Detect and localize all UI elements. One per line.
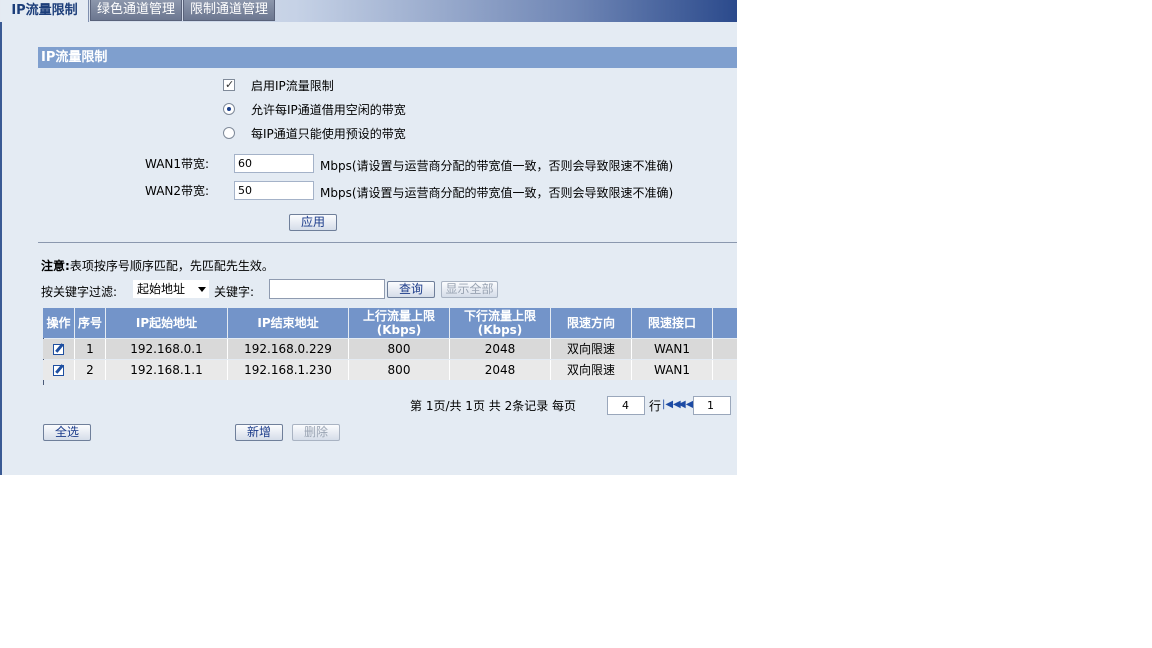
note: 注意:表项按序号顺序匹配，先匹配先生效。 — [41, 258, 274, 274]
divider — [38, 242, 737, 243]
col-header-direction: 限速方向 — [551, 308, 632, 338]
row-index: 1 — [75, 339, 106, 359]
row-interface: WAN1 — [632, 339, 713, 359]
main-frame: IP流量限制 绿色通道管理 限制通道管理 IP流量限制 启用IP流量限制 允许每… — [0, 0, 737, 475]
page-number-input[interactable]: 1 — [693, 396, 731, 415]
row-action-cell[interactable] — [43, 339, 75, 359]
row-up-limit: 800 — [349, 360, 450, 380]
edit-icon[interactable] — [53, 344, 64, 355]
enable-label: 启用IP流量限制 — [251, 79, 334, 93]
row-up-limit: 800 — [349, 339, 450, 359]
preset-radio[interactable] — [223, 127, 235, 139]
prev-page-icon[interactable]: ◀◀ — [678, 400, 693, 410]
preset-label: 每IP通道只能使用预设的带宽 — [251, 127, 406, 141]
wan1-input[interactable]: 60 — [234, 154, 314, 173]
col-header-action: 操作 — [43, 308, 75, 338]
row-down-limit: 2048 — [450, 360, 551, 380]
borrow-label: 允许每IP通道借用空闲的带宽 — [251, 103, 406, 117]
table-row: 2 192.168.1.1 192.168.1.230 800 2048 双向限… — [43, 360, 737, 380]
add-button[interactable]: 新增 — [235, 424, 283, 441]
row-action-cell[interactable] — [43, 360, 75, 380]
col-header-interface: 限速接口 — [632, 308, 713, 338]
wan2-unit-hint: Mbps(请设置与运营商分配的带宽值一致，否则会导致限速不准确) — [320, 186, 674, 200]
col-header-extra — [713, 308, 737, 338]
keyword-input[interactable] — [269, 279, 385, 299]
apply-button[interactable]: 应用 — [289, 214, 337, 231]
select-all-button[interactable]: 全选 — [43, 424, 91, 441]
col-header-index: 序号 — [75, 308, 106, 338]
borrow-radio[interactable] — [223, 103, 235, 115]
wan1-label: WAN1带宽: — [145, 157, 210, 171]
show-all-button[interactable]: 显示全部 — [441, 281, 498, 298]
row-end-ip: 192.168.0.229 — [228, 339, 349, 359]
col-header-up-limit: 上行流量上限 (Kbps) — [349, 308, 450, 338]
row-index: 2 — [75, 360, 106, 380]
per-page-input[interactable]: 4 — [607, 396, 645, 415]
filter-select-value: 起始地址 — [137, 282, 186, 296]
wan1-unit-hint: Mbps(请设置与运营商分配的带宽值一致，否则会导致限速不准确) — [320, 159, 674, 173]
search-button[interactable]: 查询 — [387, 281, 435, 298]
col-header-start-ip: IP起始地址 — [106, 308, 228, 338]
tab-limit-channel[interactable]: 限制通道管理 — [183, 0, 275, 21]
edit-icon[interactable] — [53, 365, 64, 376]
pager-text: 第 1页/共 1页 共 2条记录 每页 — [410, 399, 577, 413]
tab-green-channel[interactable]: 绿色通道管理 — [90, 0, 182, 21]
row-start-ip: 192.168.0.1 — [106, 339, 228, 359]
note-bold: 注意: — [41, 259, 70, 273]
chevron-down-icon — [198, 287, 206, 292]
section-title: IP流量限制 — [38, 47, 737, 68]
filter-label: 按关键字过滤: — [41, 285, 118, 299]
col-header-end-ip: IP结束地址 — [228, 308, 349, 338]
wan2-label: WAN2带宽: — [145, 184, 210, 198]
table-row: 1 192.168.0.1 192.168.0.229 800 2048 双向限… — [43, 339, 737, 359]
row-interface: WAN1 — [632, 360, 713, 380]
row-end-ip: 192.168.1.230 — [228, 360, 349, 380]
filter-select[interactable]: 起始地址 — [133, 280, 209, 298]
col-header-down-limit: 下行流量上限 (Kbps) — [450, 308, 551, 338]
row-direction: 双向限速 — [551, 360, 632, 380]
delete-button[interactable]: 删除 — [292, 424, 340, 441]
enable-checkbox[interactable] — [223, 77, 235, 93]
row-direction: 双向限速 — [551, 339, 632, 359]
row-down-limit: 2048 — [450, 339, 551, 359]
pager-row-unit: 行 — [649, 399, 662, 413]
tab-ip-limit[interactable]: IP流量限制 — [1, 0, 89, 22]
tab-bar: IP流量限制 绿色通道管理 限制通道管理 — [0, 0, 737, 22]
row-start-ip: 192.168.1.1 — [106, 360, 228, 380]
note-text: 表项按序号顺序匹配，先匹配先生效。 — [69, 259, 274, 273]
frame-left-border — [0, 22, 2, 475]
keyword-label: 关键字: — [214, 285, 255, 299]
wan2-input[interactable]: 50 — [234, 181, 314, 200]
